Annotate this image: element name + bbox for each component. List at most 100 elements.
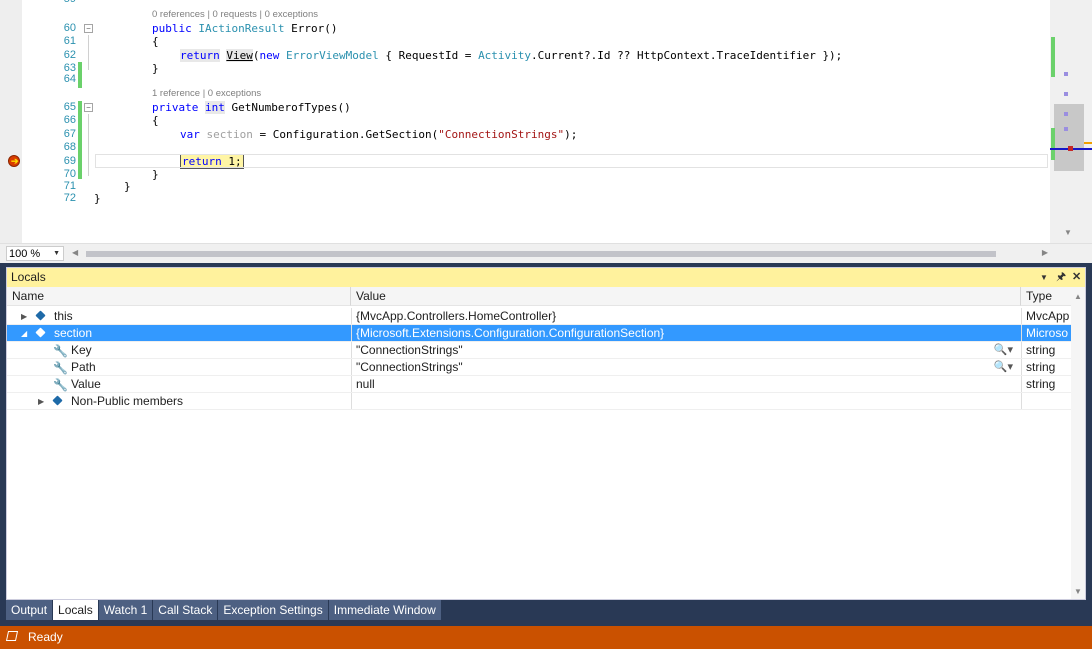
expand-icon[interactable]: ▶ (21, 308, 27, 324)
tab-watch-1[interactable]: Watch 1 (98, 600, 153, 620)
code-line-59: 59 (22, 0, 1050, 6)
chevron-down-icon: ▼ (53, 250, 60, 257)
variable-name: Value (71, 377, 101, 391)
line-number: 69 (63, 155, 76, 167)
code-text: public IActionResult Error() (152, 22, 338, 35)
code-text: { (152, 35, 159, 48)
variable-type: string (1021, 359, 1071, 375)
line-number: 67 (63, 128, 76, 140)
variable-value: "ConnectionStrings" (356, 343, 463, 357)
breakpoint-marker (1068, 146, 1073, 151)
editor-bottom-bar: 100 % ▼ ◀ ▶ (0, 243, 1092, 263)
code-text: private int GetNumberofTypes() (152, 101, 351, 114)
object-icon (52, 395, 63, 406)
line-number: 61 (63, 35, 76, 47)
scrollbar-thumb[interactable] (1054, 104, 1084, 171)
scroll-right-icon[interactable]: ▶ (1042, 248, 1048, 257)
codelens-getnumberoftypes[interactable]: 1 reference | 0 exceptions (152, 88, 261, 99)
variable-value[interactable] (351, 393, 1021, 409)
variable-value[interactable]: {MvcApp.Controllers.HomeController} (351, 308, 1021, 324)
line-number: 72 (63, 192, 76, 204)
magnifier-icon[interactable]: 🔍▾ (994, 342, 1013, 358)
tab-immediate-window[interactable]: Immediate Window (328, 600, 441, 620)
line-number: 59 (22, 0, 76, 6)
status-bar: Ready (0, 626, 1092, 649)
tab-output[interactable]: Output (6, 600, 53, 620)
table-row[interactable]: 🔧 Key "ConnectionStrings" 🔍▾ string (7, 342, 1071, 359)
status-text: Ready (28, 630, 63, 644)
table-row[interactable]: 🔧 Path "ConnectionStrings" 🔍▾ string (7, 359, 1071, 376)
marker (1064, 127, 1068, 131)
collapse-icon[interactable]: − (84, 24, 93, 33)
variable-type: Microso (1021, 325, 1071, 341)
table-row[interactable]: ▶ Non-Public members (7, 393, 1071, 410)
object-icon (35, 310, 46, 321)
code-text: } (94, 192, 101, 205)
close-icon[interactable]: ✕ (1072, 268, 1081, 287)
variable-name: Path (71, 360, 96, 374)
window-menu-icon[interactable]: ▼ (1040, 268, 1048, 287)
horizontal-scrollbar[interactable]: ◀ ▶ (70, 248, 1050, 259)
current-line-highlight (95, 154, 1048, 168)
scroll-down-icon[interactable]: ▼ (1074, 587, 1082, 596)
variable-value: "ConnectionStrings" (356, 360, 463, 374)
locals-title-bar[interactable]: Locals ▼ 🖈 ✕ (7, 268, 1085, 287)
code-line-64: 64 (22, 73, 1050, 86)
code-line-66: 66 { (22, 114, 1050, 127)
locals-grid[interactable]: Name Value Type ▶ this {MvcApp.Controlle… (7, 287, 1071, 599)
variable-name: this (54, 309, 73, 323)
code-line-72: 72 } (22, 192, 1050, 205)
status-icon (5, 631, 19, 641)
expand-icon[interactable]: ▶ (38, 393, 44, 409)
line-number: 62 (63, 49, 76, 61)
vertical-scrollbar[interactable]: ▲ ▼ (1071, 287, 1085, 599)
line-number: 65 (63, 101, 76, 113)
tab-call-stack[interactable]: Call Stack (153, 600, 218, 620)
code-line-61: 61 { (22, 35, 1050, 48)
code-line-60: 60 − public IActionResult Error() (22, 22, 1050, 35)
code-area[interactable]: 59 0 references | 0 requests | 0 excepti… (22, 0, 1050, 243)
marker (1064, 112, 1068, 116)
zoom-value: 100 % (9, 248, 41, 260)
change-marker (1051, 37, 1055, 77)
zoom-dropdown[interactable]: 100 % ▼ (6, 246, 64, 261)
vertical-scrollbar-map[interactable]: ▼ (1050, 0, 1092, 243)
column-header-value[interactable]: Value (351, 287, 1021, 306)
magnifier-icon[interactable]: 🔍▾ (994, 359, 1013, 375)
variable-value[interactable]: null (351, 376, 1021, 392)
scroll-up-icon[interactable]: ▲ (1074, 292, 1082, 301)
collapse-icon[interactable]: − (84, 103, 93, 112)
table-row-selected[interactable]: ◢ section {Microsoft.Extensions.Configur… (7, 325, 1071, 342)
code-text: return View(new ErrorViewModel { Request… (180, 49, 843, 62)
codelens-error[interactable]: 0 references | 0 requests | 0 exceptions (152, 9, 318, 20)
indicator-margin[interactable] (0, 0, 22, 243)
collapse-icon[interactable]: ◢ (21, 325, 27, 341)
variable-type: MvcApp (1021, 308, 1071, 324)
line-number: 68 (63, 141, 76, 153)
variable-type: string (1021, 342, 1071, 358)
variable-name: Non-Public members (71, 394, 184, 408)
code-text: { (152, 114, 159, 127)
code-line-67: 67 var section = Configuration.GetSectio… (22, 128, 1050, 141)
variable-value-cell[interactable]: "ConnectionStrings" 🔍▾ (351, 359, 1021, 375)
code-editor[interactable]: ➔ 59 0 references | 0 requests | 0 excep… (0, 0, 1092, 263)
variable-value-cell[interactable]: "ConnectionStrings" 🔍▾ (351, 342, 1021, 358)
locals-title: Locals (11, 270, 46, 284)
table-row[interactable]: ▶ this {MvcApp.Controllers.HomeControlle… (7, 308, 1071, 325)
scroll-left-icon[interactable]: ◀ (72, 248, 78, 257)
variable-name: section (54, 326, 93, 340)
tab-exception-settings[interactable]: Exception Settings (218, 600, 328, 620)
column-header-name[interactable]: Name (7, 287, 351, 306)
code-line-62: 62 return View(new ErrorViewModel { Requ… (22, 49, 1050, 62)
variable-value[interactable]: {Microsoft.Extensions.Configuration.Conf… (351, 325, 1021, 341)
object-icon (35, 327, 46, 338)
scroll-down-icon[interactable]: ▼ (1064, 228, 1072, 237)
scrollbar-thumb[interactable] (86, 251, 996, 257)
current-statement-arrow-icon: ➔ (8, 155, 20, 167)
pin-icon[interactable]: 🖈 (1056, 268, 1066, 287)
locals-window: Locals ▼ 🖈 ✕ Name Value Type ▶ this {Mvc… (6, 267, 1086, 600)
tab-locals[interactable]: Locals (53, 600, 98, 620)
wrench-icon: 🔧 (53, 361, 68, 375)
table-row[interactable]: 🔧 Value null string (7, 376, 1071, 393)
column-header-type[interactable]: Type (1021, 287, 1071, 306)
